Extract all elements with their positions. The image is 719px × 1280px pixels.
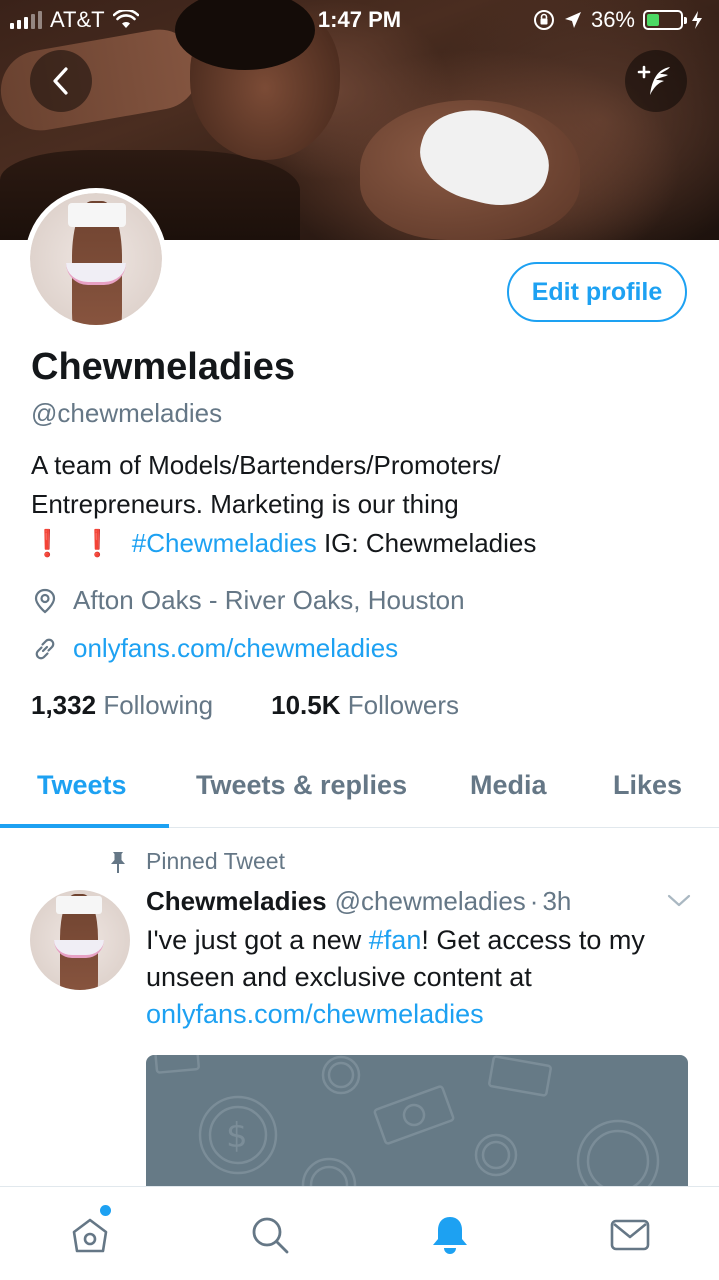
exclamation-icon: ❗ bbox=[81, 528, 114, 558]
active-tab-indicator bbox=[0, 824, 169, 828]
charging-icon bbox=[692, 11, 702, 29]
tab-tweets[interactable]: Tweets bbox=[37, 770, 127, 801]
location-pin-icon bbox=[34, 588, 56, 613]
battery-percent: 36% bbox=[590, 7, 635, 32]
nav-messages[interactable] bbox=[608, 1213, 652, 1257]
tweet-author-avatar[interactable] bbox=[30, 890, 130, 990]
profile-bio: A team of Models/Bartenders/Promoters/ E… bbox=[31, 446, 691, 563]
tab-tweets-replies[interactable]: Tweets & replies bbox=[196, 770, 407, 801]
tweet-hashtag-link[interactable]: #fan bbox=[369, 925, 422, 955]
status-right: 36% bbox=[533, 7, 703, 33]
tweet-text-part1: I've just got a new bbox=[146, 925, 369, 955]
pinned-text: Pinned Tweet bbox=[146, 848, 285, 874]
nav-search[interactable] bbox=[248, 1213, 292, 1257]
location-text: Afton Oaks - River Oaks, Houston bbox=[73, 585, 465, 615]
tab-media[interactable]: Media bbox=[470, 770, 547, 801]
tweet-header: Chewmeladies @chewmeladies · 3h bbox=[146, 886, 571, 917]
follow-counts: 1,332 Following 10.5K Followers bbox=[31, 690, 459, 721]
following-count[interactable]: 1,332 Following bbox=[31, 690, 213, 721]
home-icon bbox=[72, 1218, 108, 1253]
bio-line-3: ❗ ❗ #Chewmeladies IG: Chewmeladies bbox=[31, 524, 691, 563]
tweet-menu-chevron-down-icon[interactable] bbox=[666, 892, 692, 910]
profile-website: onlyfans.com/chewmeladies bbox=[31, 633, 398, 664]
profile-tabs: Tweets Tweets & replies Media Likes bbox=[0, 750, 719, 828]
profile-location: Afton Oaks - River Oaks, Houston bbox=[31, 585, 465, 616]
bio-line-1: A team of Models/Bartenders/Promoters/ bbox=[31, 450, 501, 480]
notifications-bell-icon bbox=[433, 1217, 467, 1254]
location-arrow-icon bbox=[564, 12, 581, 28]
bio-hashtag-link[interactable]: #Chewmeladies bbox=[132, 528, 317, 558]
rotation-lock-icon bbox=[533, 10, 554, 30]
profile-display-name: Chewmeladies bbox=[31, 346, 295, 388]
compose-feather-icon bbox=[637, 65, 670, 95]
svg-text:$: $ bbox=[226, 1116, 248, 1156]
new-tweets-dot bbox=[100, 1205, 111, 1216]
battery-icon bbox=[643, 10, 687, 30]
tweet-time: 3h bbox=[542, 886, 572, 916]
battery-fill bbox=[647, 14, 659, 26]
pin-icon bbox=[111, 851, 125, 873]
bio-line-2: Entrepreneurs. Marketing is our thing bbox=[31, 489, 459, 519]
bottom-tab-bar bbox=[0, 1186, 719, 1280]
following-label: Following bbox=[103, 690, 214, 720]
status-bar: AT&T 1:47 PM 36% bbox=[0, 0, 719, 40]
profile-avatar-image bbox=[30, 193, 162, 325]
website-link[interactable]: onlyfans.com/chewmeladies bbox=[73, 633, 398, 664]
back-button[interactable] bbox=[30, 50, 92, 112]
following-number: 1,332 bbox=[31, 690, 97, 720]
followers-count[interactable]: 10.5K Followers bbox=[271, 690, 459, 721]
followers-number: 10.5K bbox=[271, 690, 341, 720]
tweet-url-link[interactable]: onlyfans.com/chewmeladies bbox=[146, 999, 484, 1029]
bio-ig-text: IG: Chewmeladies bbox=[316, 528, 537, 558]
compose-tweet-button[interactable] bbox=[625, 50, 687, 112]
tweet-media-card[interactable]: $ bbox=[146, 1055, 688, 1195]
tweet-separator: · bbox=[529, 886, 539, 916]
nav-home[interactable] bbox=[68, 1213, 112, 1257]
exclamation-icon: ❗ bbox=[31, 528, 64, 558]
tweet-text: I've just got a new #fan! Get access to … bbox=[146, 922, 686, 1033]
tab-likes[interactable]: Likes bbox=[613, 770, 682, 801]
followers-label: Followers bbox=[347, 690, 460, 720]
tweet-author-handle: @chewmeladies bbox=[334, 886, 526, 916]
search-icon bbox=[252, 1217, 289, 1254]
chevron-left-icon bbox=[53, 67, 68, 95]
tweet-author-name[interactable]: Chewmeladies bbox=[146, 886, 327, 916]
profile-avatar[interactable] bbox=[25, 188, 167, 330]
link-icon bbox=[35, 638, 55, 659]
profile-handle: @chewmeladies bbox=[31, 398, 223, 428]
nav-notifications[interactable] bbox=[428, 1213, 472, 1257]
messages-envelope-icon bbox=[610, 1219, 650, 1251]
pinned-tweet-label: Pinned Tweet bbox=[108, 848, 285, 875]
edit-profile-button[interactable]: Edit profile bbox=[507, 262, 687, 322]
money-pattern-image: $ bbox=[154, 1055, 660, 1195]
